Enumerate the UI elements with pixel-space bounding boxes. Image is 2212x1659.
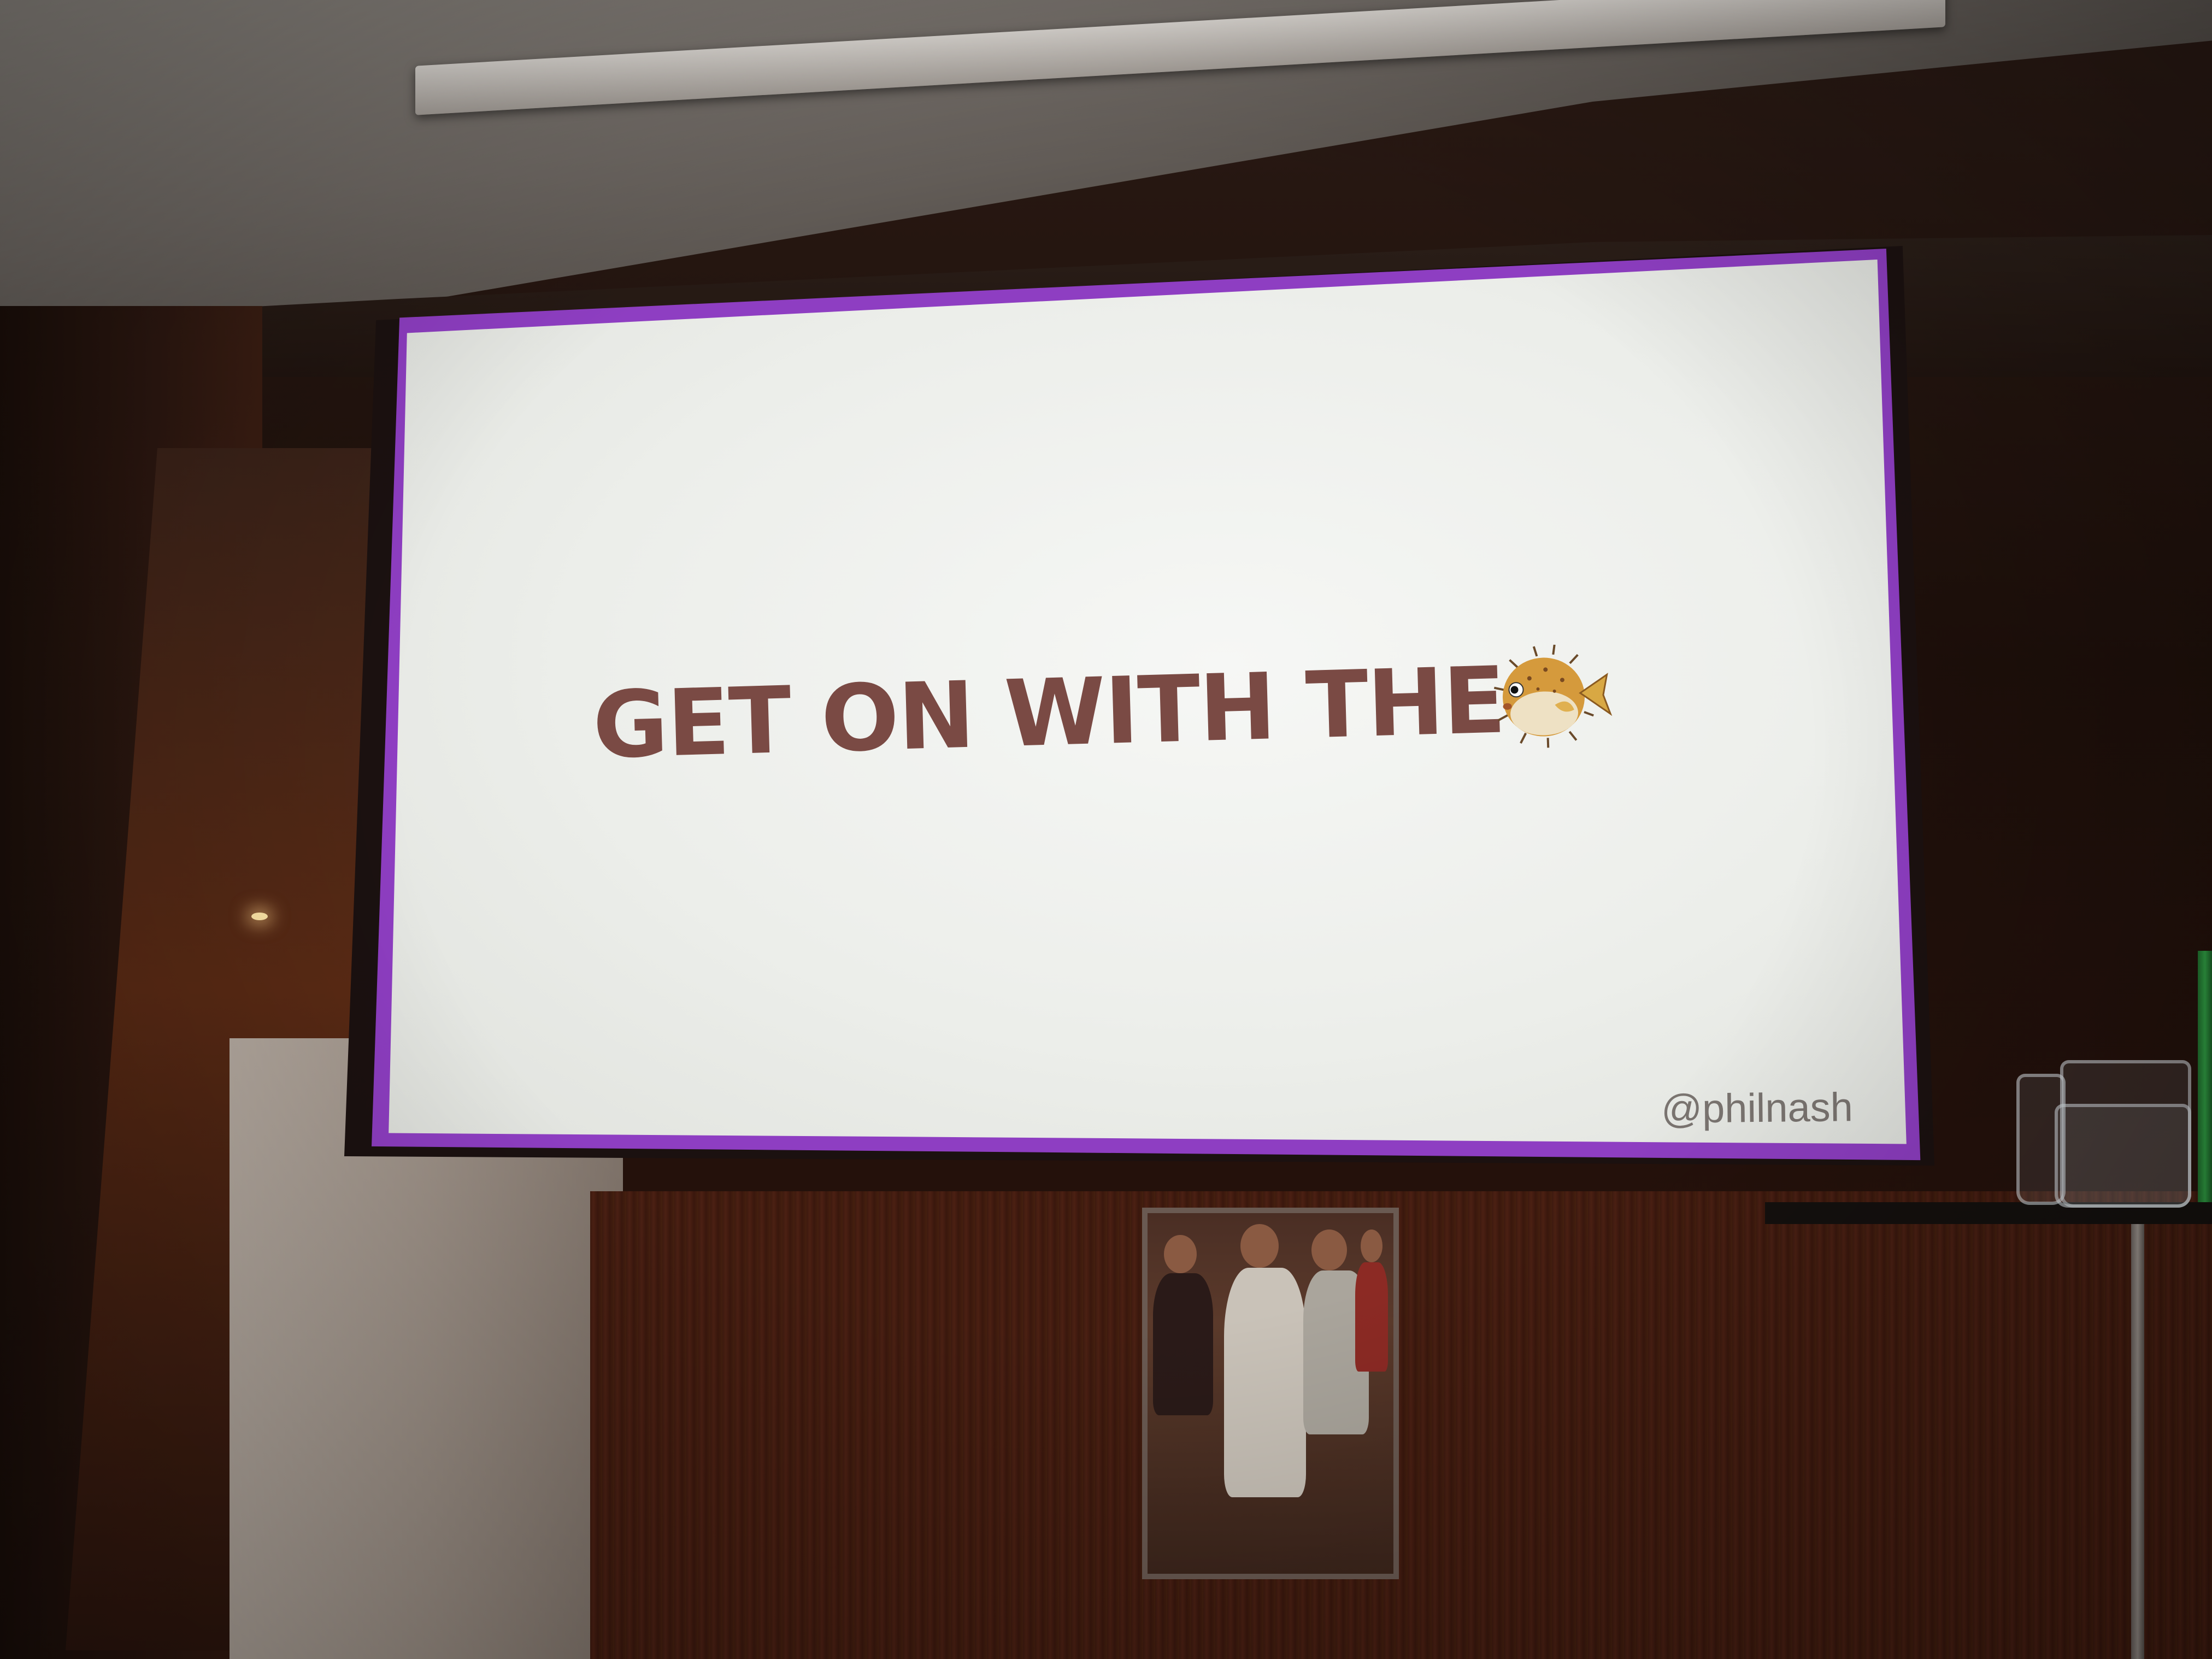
mirror-reflection-audience [1142,1208,1399,1579]
audience-member [1355,1262,1388,1372]
drinking-glass [2055,1104,2191,1208]
audience-member [1311,1229,1347,1270]
audience-member [1224,1268,1306,1497]
water-bottle [2198,951,2212,1202]
audience-member [1240,1224,1279,1268]
audience-member [1153,1273,1213,1415]
table-leg [2131,1224,2144,1659]
audience-member [1164,1235,1197,1273]
conference-room-photo: GET ON WITH THE @philnash [0,0,2212,1659]
slide-twitter-handle: @philnash [1661,1084,1854,1132]
ceiling-light [251,913,268,920]
audience-member [1361,1229,1382,1262]
pufferfish-icon [1493,644,1613,748]
wood-wall-panel [590,1191,2212,1659]
